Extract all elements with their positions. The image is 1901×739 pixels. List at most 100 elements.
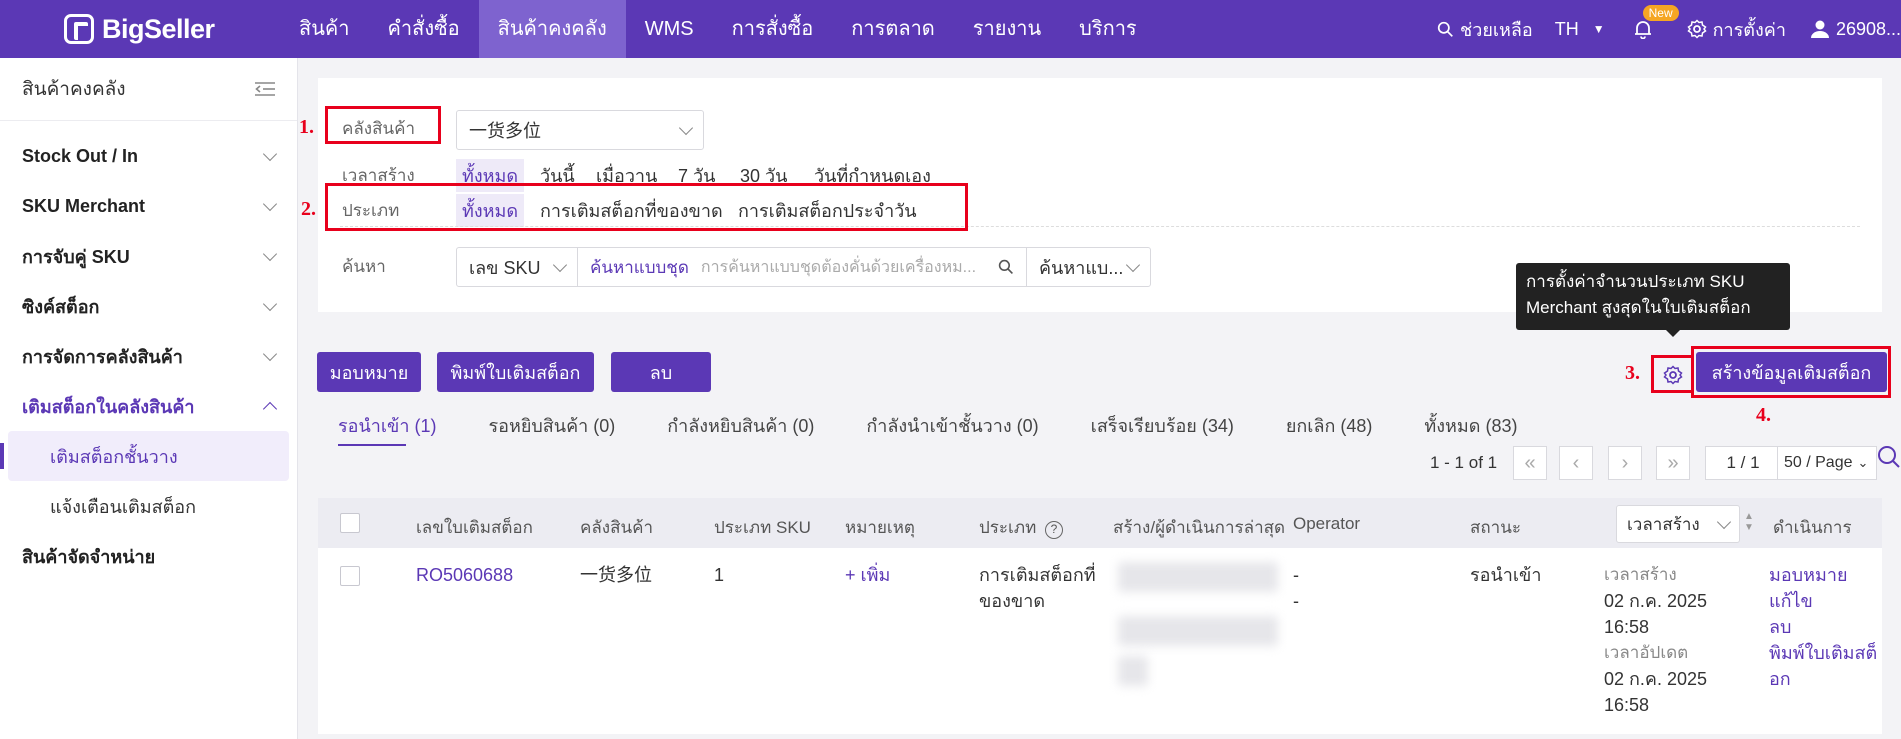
caret-down-icon: ▼: [1592, 22, 1605, 36]
updated-time-label: เวลาอัปเดต: [1604, 643, 1689, 662]
row-times: เวลาสร้าง 02 ก.ค. 2025 16:58 เวลาอัปเดต …: [1604, 562, 1707, 718]
blurred-operator: [1118, 616, 1278, 646]
assign-button[interactable]: มอบหมาย: [317, 352, 421, 392]
first-page-button[interactable]: «: [1513, 446, 1547, 480]
sidebar-item-warehouse-management[interactable]: การจัดการคลังสินค้า: [0, 331, 297, 381]
chevron-down-icon: [262, 146, 278, 161]
tab-shelving[interactable]: กำลังนำเข้าชั้นวาง (0): [866, 405, 1038, 445]
nav-wms[interactable]: WMS: [626, 0, 713, 58]
chevron-down-icon: [1716, 514, 1732, 529]
chevron-down-icon: [262, 346, 278, 361]
nav-orders[interactable]: คำสั่งซื้อ: [369, 0, 479, 58]
nav-inventory[interactable]: สินค้าคงคลัง: [478, 0, 626, 58]
table-header: เลขใบเติมสต็อก คลังสินค้า ประเภท SKU หมา…: [318, 498, 1882, 548]
delete-button[interactable]: ลบ: [611, 352, 711, 392]
settings-link[interactable]: การตั้งค่า: [1687, 15, 1786, 44]
print-replenishment-button[interactable]: พิมพ์ใบเติมสต็อก: [437, 352, 594, 392]
sidebar-item-label: การจับคู่ SKU: [22, 246, 130, 267]
status-badge: รอนำเข้า: [1470, 565, 1542, 585]
nav-products[interactable]: สินค้า: [280, 0, 369, 58]
sort-field-select[interactable]: เวลาสร้าง: [1616, 505, 1740, 543]
nav-marketing[interactable]: การตลาด: [832, 0, 954, 58]
replenishment-id-link[interactable]: RO5060688: [416, 562, 513, 588]
logo-icon: [64, 14, 94, 44]
row-print-link-line-2: อก: [1769, 669, 1791, 689]
replenishment-settings-button[interactable]: [1658, 360, 1688, 390]
language-select[interactable]: TH ▼: [1555, 19, 1605, 40]
prev-page-button[interactable]: ‹: [1559, 446, 1593, 480]
tab-completed[interactable]: เสร็จเรียบร้อย (34): [1091, 405, 1234, 445]
row-print-link[interactable]: พิมพ์ใบเติมสต็ อก: [1769, 640, 1877, 692]
nav-reports[interactable]: รายงาน: [954, 0, 1060, 58]
create-replenishment-button[interactable]: สร้างข้อมูลเติมสต็อก: [1696, 352, 1887, 392]
sort-field-value: เวลาสร้าง: [1627, 514, 1700, 534]
updated-date: 02 ก.ค. 2025: [1604, 669, 1708, 689]
language-label: TH: [1554, 18, 1579, 39]
search-mode-select[interactable]: ค้นหาแบ...: [1026, 247, 1151, 287]
chevron-left-icon: ‹: [1572, 451, 1580, 474]
sort-toggle-icon[interactable]: ▲ ▼: [1744, 511, 1754, 533]
chevron-down-icon: [1125, 257, 1141, 272]
tab-picking[interactable]: กำลังหยิบสินค้า (0): [667, 405, 814, 445]
last-page-button[interactable]: »: [1656, 446, 1690, 480]
sidebar-item-label: SKU Merchant: [22, 195, 146, 216]
select-all-checkbox[interactable]: [340, 513, 360, 533]
chevron-down-icon: [262, 296, 278, 311]
row-delete-link[interactable]: ลบ: [1769, 614, 1877, 640]
sidebar-item-sku-mapping[interactable]: การจับคู่ SKU: [0, 231, 297, 281]
header-replenishment-no: เลขใบเติมสต็อก: [416, 518, 533, 537]
bigseller-logo[interactable]: BigSeller: [64, 12, 215, 46]
warehouse-select[interactable]: 一货多位: [456, 110, 704, 150]
chevron-up-icon: [262, 401, 278, 416]
row-print-link-line-1: พิมพ์ใบเติมสต็: [1769, 643, 1878, 663]
chevron-down-icon: [262, 196, 278, 211]
annotation-number-1: 1.: [299, 116, 314, 138]
help-icon[interactable]: ?: [1045, 521, 1064, 539]
tab-pending-pick[interactable]: รอหยิบสินค้า (0): [488, 405, 615, 445]
user-icon: [1810, 20, 1829, 38]
next-page-button[interactable]: ›: [1608, 446, 1642, 480]
double-right-icon: »: [1667, 451, 1679, 474]
row-edit-link[interactable]: แก้ไข: [1769, 588, 1877, 614]
row-type-line-2: ของขาด: [979, 591, 1046, 611]
user-menu[interactable]: 26908...: [1810, 19, 1901, 40]
updated-time: 16:58: [1604, 695, 1650, 715]
nav-services[interactable]: บริการ: [1060, 0, 1156, 58]
row-assign-link[interactable]: มอบหมาย: [1769, 562, 1877, 588]
annotation-box-warehouse: [325, 106, 441, 144]
chevron-right-icon: ›: [1621, 451, 1629, 474]
search-input[interactable]: ค้นหาแบบชุด การค้นหาแบบชุดต้องคั่นด้วยเค…: [577, 247, 1027, 287]
add-note-button[interactable]: + เพิ่ม: [845, 562, 890, 588]
tab-all[interactable]: ทั้งหมด (83): [1424, 405, 1517, 445]
sidebar-item-replenishment[interactable]: เติมสต็อกในคลังสินค้า: [0, 381, 297, 431]
header-warehouse: คลังสินค้า: [580, 518, 654, 537]
search-icon[interactable]: [998, 259, 1014, 275]
logo-text: BigSeller: [102, 13, 215, 44]
warehouse-value: 一货多位: [469, 121, 541, 141]
sidebar-item-stock-out-in[interactable]: Stock Out / In: [0, 131, 297, 181]
row-operator-line-2: -: [1293, 591, 1299, 611]
chevron-down-icon: ⌄: [1857, 455, 1869, 470]
search-field-select[interactable]: เลข SKU: [456, 247, 578, 287]
top-navbar: BigSeller สินค้า คำสั่งซื้อ สินค้าคงคลัง…: [0, 0, 1901, 58]
nav-purchase[interactable]: การสั่งซื้อ: [713, 0, 833, 58]
sidebar-item-distribution-products[interactable]: สินค้าจัดจำหน่าย: [0, 531, 297, 581]
per-page-select[interactable]: 50 / Page ⌄: [1777, 446, 1877, 480]
tab-cancelled[interactable]: ยกเลิก (48): [1286, 405, 1373, 445]
tab-pending-import[interactable]: รอนำเข้า (1): [338, 405, 436, 446]
bulk-search-toggle[interactable]: ค้นหาแบบชุด: [590, 254, 689, 281]
sidebar-subitem-shelf-replenishment[interactable]: เติมสต็อกชั้นวาง: [0, 431, 289, 481]
sidebar-item-sku-merchant[interactable]: SKU Merchant: [0, 181, 297, 231]
help-link[interactable]: ช่วยเหลือ: [1437, 15, 1533, 44]
sidebar-subitem-replenishment-alert[interactable]: แจ้งเตือนเติมสต็อก: [8, 481, 289, 531]
collapse-menu-icon[interactable]: [255, 81, 275, 97]
chevron-down-icon: [678, 120, 694, 135]
main-nav: สินค้า คำสั่งซื้อ สินค้าคงคลัง WMS การสั…: [280, 0, 1156, 58]
page-input[interactable]: 1 / 1: [1705, 446, 1781, 480]
header-type: ประเภท ?: [979, 514, 1064, 541]
search-icon[interactable]: [1876, 444, 1900, 468]
settings-tooltip: การตั้งค่าจำนวนประเภท SKU Merchant สูงสุ…: [1516, 263, 1790, 337]
row-checkbox[interactable]: [340, 566, 360, 586]
notification-button[interactable]: New: [1633, 5, 1679, 39]
sidebar-item-sync-stock[interactable]: ซิงค์สต็อก: [0, 281, 297, 331]
